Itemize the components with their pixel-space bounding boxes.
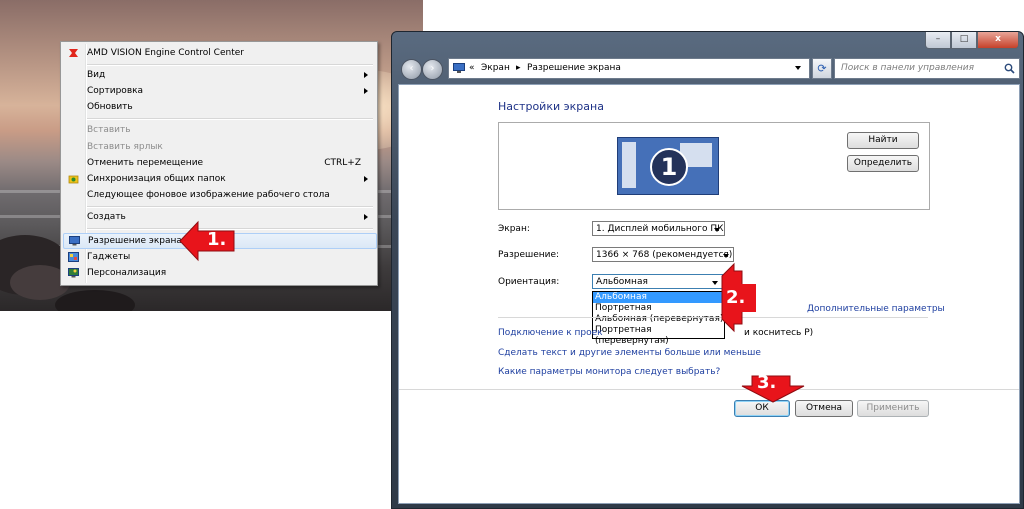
breadcrumb-item-screen[interactable]: Экран — [481, 59, 510, 78]
submenu-arrow-icon — [364, 72, 368, 78]
window-content: Настройки экрана 1 Найти Определить Экра… — [398, 84, 1020, 504]
orientation-option[interactable]: Портретная — [593, 303, 724, 314]
menu-item-label: Персонализация — [87, 268, 167, 278]
screen-resolution-window: – □ x ‹ › « Экран ▸ Разрешение экрана ⟳ … — [391, 31, 1024, 509]
menu-item-paste-shortcut: Вставить ярлык — [63, 139, 375, 155]
menu-item-label: Вставить ярлык — [87, 142, 163, 152]
breadcrumb-separator[interactable]: ▸ — [516, 59, 521, 78]
monitor-1-image[interactable]: 1 — [617, 137, 719, 195]
orientation-option[interactable]: Альбомная — [593, 292, 724, 303]
navigation-bar: ‹ › « Экран ▸ Разрешение экрана ⟳ Поиск … — [398, 58, 1020, 80]
chevron-down-icon — [714, 228, 720, 232]
menu-item-label: AMD VISION Engine Control Center — [87, 48, 244, 58]
menu-item-paste: Вставить — [63, 122, 375, 138]
menu-item-label: Разрешение экрана — [88, 236, 182, 246]
menu-item-refresh[interactable]: Обновить — [63, 99, 375, 115]
amd-icon — [69, 49, 78, 57]
step-3-label: 3. — [757, 372, 777, 393]
address-dropdown-icon[interactable] — [795, 66, 801, 70]
connect-projector-link[interactable]: Подключение к проек — [498, 328, 603, 338]
submenu-arrow-icon — [364, 88, 368, 94]
personalization-icon — [68, 268, 79, 278]
menu-item-sort[interactable]: Сортировка — [63, 83, 375, 99]
minimize-button[interactable]: – — [925, 32, 951, 49]
orientation-select-value: Альбомная — [596, 277, 648, 287]
orientation-select[interactable]: Альбомная — [592, 274, 723, 289]
text-size-link[interactable]: Сделать текст и другие элементы больше и… — [498, 348, 761, 358]
menu-item-view[interactable]: Вид — [63, 67, 375, 83]
refresh-icon[interactable]: ⟳ — [812, 58, 832, 79]
menu-item-undo-move[interactable]: Отменить перемещение CTRL+Z — [63, 155, 375, 171]
identify-button[interactable]: Определить — [847, 155, 919, 172]
resolution-select[interactable]: 1366 × 768 (рекомендуется) — [592, 247, 734, 262]
monitor-settings-help-link[interactable]: Какие параметры монитора следует выбрать… — [498, 367, 720, 377]
search-input[interactable]: Поиск в панели управления — [834, 58, 1020, 79]
menu-item-shortcut: CTRL+Z — [324, 158, 361, 168]
page-title: Настройки экрана — [498, 100, 604, 113]
control-panel-icon — [453, 63, 465, 73]
monitor-preview: 1 Найти Определить — [498, 122, 930, 210]
orientation-option[interactable]: Альбомная (перевернутая) — [593, 314, 724, 325]
menu-item-sync-folders[interactable]: Синхронизация общих папок — [63, 171, 375, 187]
submenu-arrow-icon — [364, 176, 368, 182]
display-icon — [69, 236, 80, 246]
menu-item-label: Гаджеты — [87, 252, 131, 262]
advanced-settings-link[interactable]: Дополнительные параметры — [807, 304, 945, 314]
screen-select[interactable]: 1. Дисплей мобильного ПК — [592, 221, 725, 236]
breadcrumb-prefix: « — [469, 63, 475, 73]
step-2-label: 2. — [726, 287, 746, 308]
menu-item-label: Синхронизация общих папок — [87, 174, 226, 184]
menu-item-label: Отменить перемещение — [87, 158, 204, 168]
menu-item-personalization[interactable]: Персонализация — [63, 265, 375, 281]
sync-icon — [68, 175, 79, 184]
search-placeholder: Поиск в панели управления — [841, 63, 974, 73]
back-button[interactable]: ‹ — [401, 59, 422, 80]
monitor-number: 1 — [650, 148, 688, 186]
submenu-arrow-icon — [364, 214, 368, 220]
search-icon[interactable] — [1004, 63, 1015, 74]
chevron-down-icon — [712, 281, 718, 285]
forward-button[interactable]: › — [422, 59, 443, 80]
menu-item-label: Сортировка — [87, 86, 144, 96]
resolution-label: Разрешение: — [498, 250, 560, 260]
menu-item-label: Следующее фоновое изображение рабочего с… — [87, 190, 330, 200]
menu-item-label: Создать — [87, 212, 126, 222]
menu-item-next-wallpaper[interactable]: Следующее фоновое изображение рабочего с… — [63, 187, 375, 203]
maximize-button[interactable]: □ — [951, 32, 977, 49]
menu-item-label: Обновить — [87, 102, 133, 112]
menu-item-label: Вид — [87, 70, 106, 80]
close-button[interactable]: x — [977, 32, 1019, 49]
step-1-label: 1. — [207, 229, 227, 250]
breadcrumb-item-resolution[interactable]: Разрешение экрана — [527, 59, 621, 78]
screen-select-value: 1. Дисплей мобильного ПК — [596, 224, 724, 234]
find-button[interactable]: Найти — [847, 132, 919, 149]
window-controls: – □ x — [925, 32, 1019, 50]
screen-label: Экран: — [498, 224, 530, 234]
address-bar[interactable]: « Экран ▸ Разрешение экрана — [448, 58, 810, 79]
resolution-select-value: 1366 × 768 (рекомендуется) — [596, 250, 733, 260]
menu-item-label: Вставить — [87, 125, 131, 135]
chevron-down-icon — [723, 254, 729, 258]
orientation-option[interactable]: Портретная (перевернутая) — [593, 325, 724, 346]
gadgets-icon — [68, 252, 79, 262]
menu-item-amd-vision[interactable]: AMD VISION Engine Control Center — [63, 45, 375, 61]
orientation-label: Ориентация: — [498, 277, 560, 287]
orientation-dropdown-list: Альбомная Портретная Альбомная (переверн… — [592, 291, 725, 346]
apply-button: Применить — [857, 400, 929, 417]
